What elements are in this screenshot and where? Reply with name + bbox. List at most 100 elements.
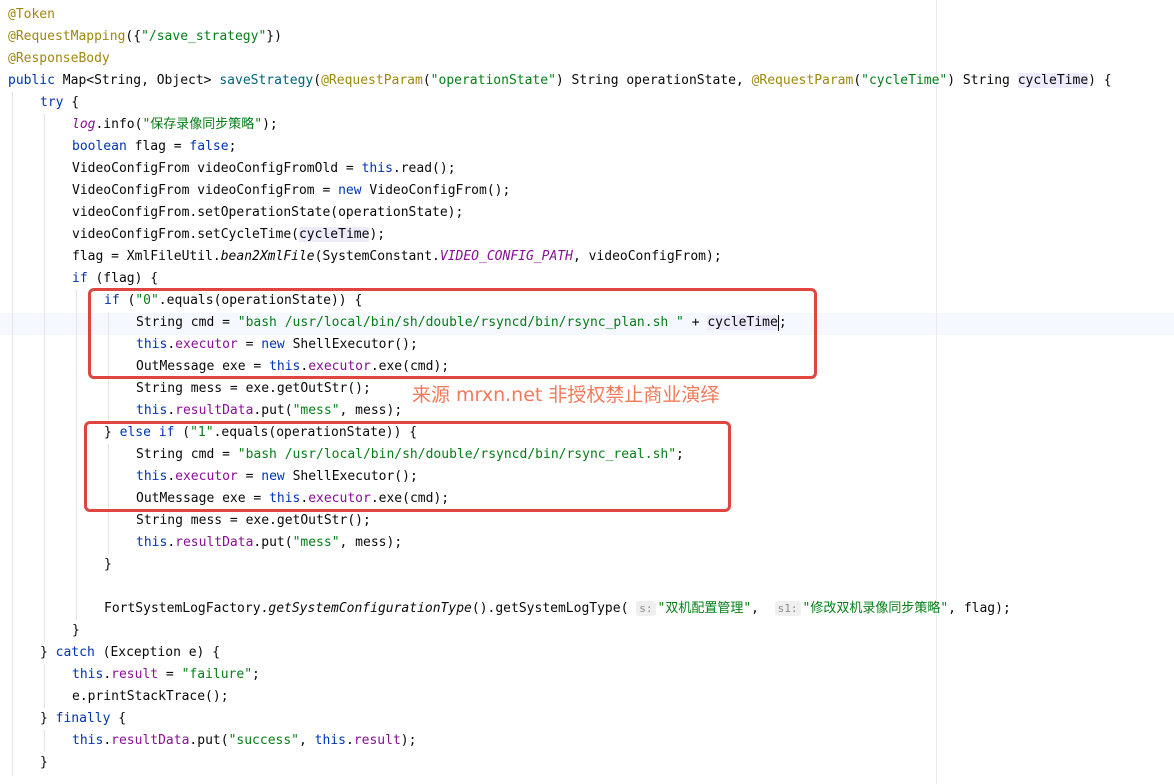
code-token: ) String: [947, 73, 1018, 88]
code-token: );: [262, 117, 278, 132]
code-token: .: [103, 733, 112, 748]
code-token: this: [72, 667, 104, 682]
indent-guide: [44, 114, 45, 642]
code-token: (: [422, 73, 431, 88]
code-token: resultData: [175, 535, 254, 550]
code-token: ;: [252, 667, 260, 682]
code-token: finally: [55, 711, 111, 726]
code-token: .: [345, 733, 354, 748]
code-token: );: [369, 227, 386, 242]
code-token: boolean: [72, 139, 135, 154]
code-token: videoConfigFrom.setOperationState(operat…: [72, 205, 464, 220]
code-token: , mess);: [339, 403, 403, 418]
code-token: this: [136, 535, 168, 550]
code-token: "cycleTime": [861, 73, 948, 88]
code-token: (: [313, 73, 322, 88]
code-token: , videoConfigFrom);: [572, 249, 722, 264]
code-line[interactable]: }: [104, 554, 112, 576]
code-line[interactable]: @RequestMapping({"/save_strategy"}): [8, 26, 282, 48]
code-line[interactable]: if (flag) {: [72, 268, 158, 290]
code-line[interactable]: VideoConfigFrom videoConfigFromOld = thi…: [72, 158, 456, 180]
code-token: }: [40, 645, 56, 660]
code-token: VideoConfigFrom videoConfigFromOld =: [72, 161, 362, 176]
code-line[interactable]: this.resultData.put("mess", mess);: [136, 532, 402, 554]
code-token: ({: [125, 29, 142, 44]
code-line[interactable]: } finally {: [40, 708, 126, 730]
code-token: @ResponseBody: [8, 51, 110, 66]
code-token: resultData: [175, 403, 254, 418]
code-token: , mess);: [339, 535, 403, 550]
code-token: if: [72, 271, 88, 286]
code-line[interactable]: String mess = exe.getOutStr();: [136, 510, 371, 532]
code-token: @RequestMapping: [8, 29, 126, 44]
code-line[interactable]: String mess = exe.getOutStr();: [136, 378, 371, 400]
code-token: }: [72, 623, 80, 638]
code-token: try: [40, 95, 64, 110]
code-line[interactable]: VideoConfigFrom videoConfigFrom = new Vi…: [72, 180, 510, 202]
code-line[interactable]: this.result = "failure";: [72, 664, 260, 686]
code-line[interactable]: log.info("保存录像同步策略");: [72, 114, 278, 136]
code-token: (flag) {: [87, 271, 159, 286]
code-line[interactable]: } catch (Exception e) {: [40, 642, 220, 664]
code-line[interactable]: videoConfigFrom.setCycleTime(cycleTime);: [72, 224, 385, 246]
code-token: "保存录像同步策略": [142, 117, 263, 132]
code-token: ,: [751, 601, 775, 616]
code-token: ;: [228, 139, 237, 154]
code-token: resultData: [111, 733, 190, 748]
right-margin-guide: [936, 0, 937, 784]
code-token: result: [353, 733, 401, 748]
code-token: catch: [55, 645, 95, 660]
code-token: cycleTime: [1017, 73, 1089, 88]
code-line[interactable]: }: [40, 752, 48, 774]
code-token: this: [314, 733, 346, 748]
code-token: );: [400, 733, 417, 748]
parameter-hint: s:: [636, 601, 656, 616]
code-token: ().getSystemLogType(: [471, 601, 637, 616]
code-token: "success": [228, 733, 300, 748]
code-token: (SystemConstant.: [314, 249, 440, 264]
code-token: @RequestParam: [321, 73, 423, 88]
code-token: ) {: [1088, 73, 1112, 88]
code-token: "修改双机录像同步策略": [802, 601, 949, 616]
code-token: String mess = exe.getOutStr();: [136, 381, 371, 396]
code-line[interactable]: FortSystemLogFactory.getSystemConfigurat…: [104, 598, 1011, 620]
indent-guide: [12, 92, 13, 776]
code-token: .put(: [253, 535, 293, 550]
code-line[interactable]: this.resultData.put("mess", mess);: [136, 400, 402, 422]
code-line[interactable]: try {: [40, 92, 79, 114]
code-token: "/save_strategy": [141, 29, 267, 44]
code-token: cycleTime: [298, 227, 370, 242]
code-token: {: [110, 711, 127, 726]
code-token: flag =: [134, 139, 190, 154]
code-token: "mess": [292, 403, 340, 418]
code-line[interactable]: flag = XmlFileUtil.bean2XmlFile(SystemCo…: [72, 246, 722, 268]
code-token: "双机配置管理": [657, 601, 752, 616]
code-line[interactable]: e.printStackTrace();: [72, 686, 229, 708]
code-token: (Exception e) {: [94, 645, 221, 660]
code-token: VIDEO_CONFIG_PATH: [439, 249, 573, 264]
code-token: ,: [299, 733, 315, 748]
code-token: e.printStackTrace();: [72, 689, 229, 704]
code-line[interactable]: @ResponseBody: [8, 48, 110, 70]
code-line[interactable]: boolean flag = false;: [72, 136, 236, 158]
code-token: }): [266, 29, 282, 44]
code-line[interactable]: public Map<String, Object> saveStrategy(…: [8, 70, 1112, 92]
code-token: @RequestParam: [751, 73, 854, 88]
code-token: =: [158, 667, 182, 682]
code-token: FortSystemLogFactory.: [104, 601, 269, 616]
code-token: new: [338, 183, 370, 198]
code-token: (: [853, 73, 862, 88]
code-token: "failure": [181, 667, 253, 682]
code-token: log: [72, 117, 96, 132]
code-token: .: [167, 535, 176, 550]
code-token: }: [40, 755, 48, 770]
code-token: flag = XmlFileUtil.: [72, 249, 221, 264]
code-line[interactable]: videoConfigFrom.setOperationState(operat…: [72, 202, 463, 224]
code-line[interactable]: @Token: [8, 4, 55, 26]
code-token: .put(: [253, 403, 293, 418]
code-token: "operationState": [430, 73, 556, 88]
highlight-box: [84, 421, 731, 512]
code-editor[interactable]: @Token @RequestMapping({"/save_strategy"}…: [0, 0, 1174, 784]
code-line[interactable]: this.resultData.put("success", this.resu…: [72, 730, 416, 752]
code-line[interactable]: }: [72, 620, 80, 642]
